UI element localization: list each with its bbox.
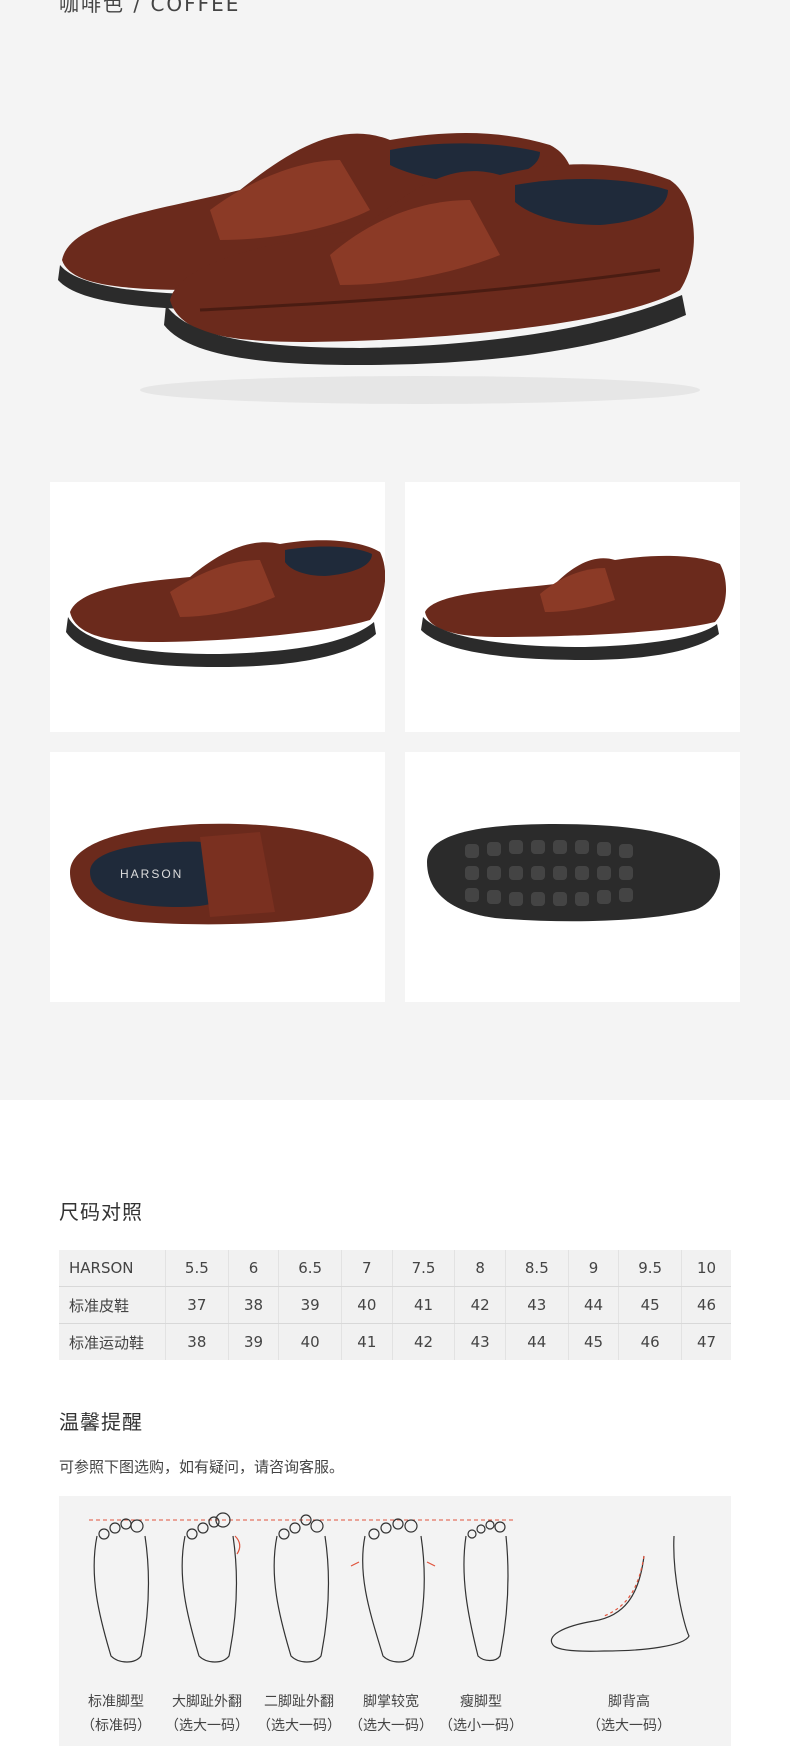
foot-type-advice: （选大一码）	[587, 1718, 671, 1734]
size-cell: 38	[165, 1323, 229, 1360]
size-cell: 8	[454, 1250, 506, 1287]
size-chart-table: HARSON 5.5 6 6.5 7 7.5 8 8.5 9 9.5 10 标准皮鞋 37 38 39 40 4…	[59, 1250, 731, 1360]
foot-type-name: 瘦脚型	[460, 1694, 502, 1710]
size-cell: 7.5	[392, 1250, 456, 1287]
foot-type-label: 脚背高 （选大一码）	[581, 1690, 677, 1738]
size-cell: 39	[228, 1323, 280, 1360]
foot-type-advice: （标准码）	[81, 1718, 151, 1734]
tips-title: 温馨提醒	[59, 1410, 143, 1434]
foot-type-advice: （选大一码）	[257, 1718, 341, 1734]
size-cell: 7	[341, 1250, 393, 1287]
size-cell: 6.5	[278, 1250, 342, 1287]
size-cell: 44	[568, 1286, 620, 1324]
size-cell: 43	[454, 1323, 506, 1360]
thumbnail-side-angle	[50, 482, 385, 732]
size-cell: 45	[568, 1323, 620, 1360]
insole-brand-text: HARSON	[120, 867, 183, 881]
foot-type-name: 脚掌较宽	[363, 1694, 419, 1710]
tips-note: 可参照下图选购，如有疑问，请咨询客服。	[59, 1458, 345, 1476]
size-cell: 42	[392, 1323, 456, 1360]
color-label: 咖啡色 / COFFEE	[59, 0, 241, 16]
foot-type-name: 标准脚型	[88, 1694, 144, 1710]
foot-type-guide: 标准脚型 （标准码） 大脚趾外翻 （选大一码） 二脚趾外翻 （选大一码） 脚掌较宽 （选大一码…	[59, 1496, 731, 1746]
size-cell: 40	[341, 1286, 393, 1324]
size-cell: 5.5	[165, 1250, 229, 1287]
foot-type-label: 大脚趾外翻 （选大一码）	[159, 1690, 255, 1738]
size-cell: 46	[681, 1286, 731, 1324]
foot-high-instep-graphic	[550, 1535, 690, 1652]
hero-shoe-image	[40, 90, 740, 430]
size-row: 标准皮鞋 37 38 39 40 41 42 43 44 45 46	[59, 1286, 731, 1324]
foot-bunion-graphic	[181, 1512, 241, 1663]
size-cell: 41	[392, 1286, 456, 1324]
size-row-label: 标准皮鞋	[59, 1286, 166, 1324]
size-cell: 9.5	[618, 1250, 682, 1287]
size-chart-title: 尺码对照	[59, 1200, 143, 1224]
size-cell: 37	[165, 1286, 229, 1324]
size-cell: 9	[568, 1250, 620, 1287]
foot-type-label: 标准脚型 （标准码）	[68, 1690, 164, 1738]
foot-type-label: 瘦脚型 （选小一码）	[433, 1690, 529, 1738]
thumbnail-profile	[405, 482, 740, 732]
foot-narrow-graphic	[463, 1520, 509, 1662]
foot-type-name: 脚背高	[608, 1694, 650, 1710]
thumbnail-sole-view	[405, 752, 740, 1002]
foot-type-name: 二脚趾外翻	[264, 1694, 334, 1710]
size-cell: 10	[681, 1250, 731, 1287]
size-cell: 43	[505, 1286, 569, 1324]
size-cell: 45	[618, 1286, 682, 1324]
size-row-label: 标准运动鞋	[59, 1323, 166, 1360]
foot-wide-graphic	[350, 1518, 436, 1663]
size-row: HARSON 5.5 6 6.5 7 7.5 8 8.5 9 9.5 10	[59, 1250, 731, 1287]
size-cell: 46	[618, 1323, 682, 1360]
size-cell: 41	[341, 1323, 393, 1360]
foot-type-advice: （选大一码）	[165, 1718, 249, 1734]
size-cell: 44	[505, 1323, 569, 1360]
size-cell: 47	[696, 1333, 717, 1351]
size-row-label: HARSON	[59, 1250, 166, 1287]
size-cell: 39	[278, 1286, 342, 1324]
thumbnail-top-view: HARSON	[50, 752, 385, 1002]
foot-type-label: 脚掌较宽 （选大一码）	[343, 1690, 439, 1738]
foot-standard-graphic	[93, 1518, 150, 1663]
foot-type-name: 大脚趾外翻	[172, 1694, 242, 1710]
size-cell: 6	[228, 1250, 280, 1287]
foot-second-toe-graphic	[273, 1514, 330, 1663]
size-cell: 42	[454, 1286, 506, 1324]
size-row: 标准运动鞋 38 39 40 41 42 43 44 45 46 47	[59, 1323, 731, 1360]
size-cell: 38	[228, 1286, 280, 1324]
foot-type-advice: （选大一码）	[349, 1718, 433, 1734]
size-cell: 40	[278, 1323, 342, 1360]
size-cell: 8.5	[505, 1250, 569, 1287]
foot-type-label: 二脚趾外翻 （选大一码）	[251, 1690, 347, 1738]
foot-type-advice: （选小一码）	[439, 1718, 523, 1734]
